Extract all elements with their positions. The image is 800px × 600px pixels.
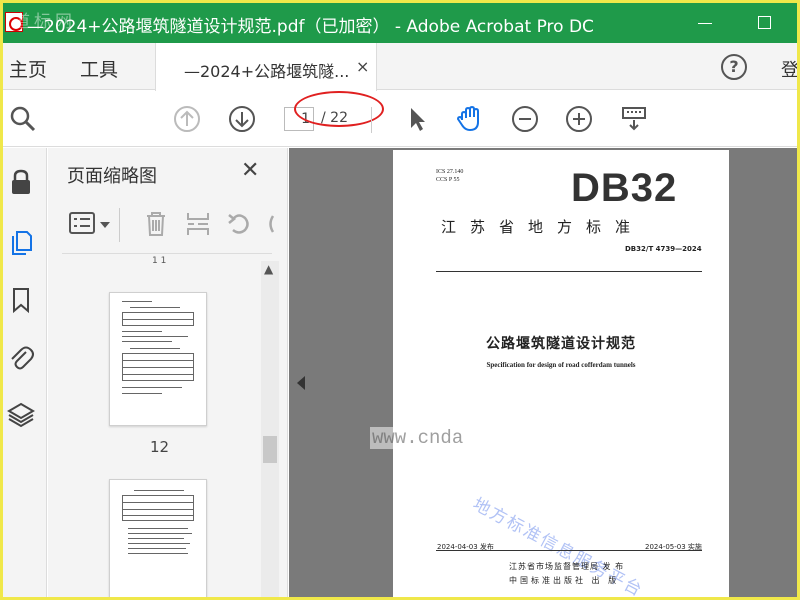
document-subtitle: Specification for design of road cofferd… xyxy=(486,361,636,369)
scroll-up-arrow-icon[interactable]: ▲ xyxy=(264,262,273,276)
thumbnail-options-icon[interactable] xyxy=(68,210,114,238)
document-viewport[interactable]: ICS 27.140 CCS P 55 DB32 江苏省地方标准 DB32/T … xyxy=(289,148,797,597)
panel-tool-separator xyxy=(119,208,120,242)
issuer-publisher: 中国标准出版社 出 版 xyxy=(509,576,620,585)
standard-category: 江苏省地方标准 xyxy=(441,218,645,236)
ccs-line: CCS P 55 xyxy=(436,177,460,183)
thumbnails-panel: 页面缩略图 ✕ 1 1 ▲ 12 xyxy=(48,148,288,597)
keyboard-icon[interactable] xyxy=(620,105,648,133)
collapse-panel-arrow-icon[interactable] xyxy=(297,376,305,390)
ics-code: ICS 27.140 CCS P 55 xyxy=(436,168,463,184)
page-down-icon[interactable] xyxy=(228,105,256,133)
page-up-icon[interactable] xyxy=(173,105,201,133)
attachment-icon[interactable] xyxy=(7,343,35,371)
thumbnails-title: 页面缩略图 xyxy=(67,166,157,187)
issuer-authority: 江苏省市场监督管理局 发 布 xyxy=(509,562,625,571)
page-thumbnail-12[interactable] xyxy=(109,292,207,426)
document-tab[interactable]: —2024+公路堰筑隧... × xyxy=(155,43,377,91)
tab-home[interactable]: 主页 xyxy=(9,55,47,82)
zoom-out-icon[interactable] xyxy=(511,105,539,133)
standard-code: DB32 xyxy=(571,166,678,210)
help-icon[interactable]: ? xyxy=(721,54,747,80)
standard-number: DB32/T 4739—2024 xyxy=(625,245,702,253)
app-window: 道标网 —2024+公路堰筑隧道设计规范.pdf（已加密） - Adobe Ac… xyxy=(3,3,797,597)
select-arrow-icon[interactable] xyxy=(403,105,431,133)
footer-rule xyxy=(436,550,702,551)
layers-icon[interactable] xyxy=(7,401,35,429)
close-tab-icon[interactable]: × xyxy=(356,57,369,76)
more-tools-icon[interactable] xyxy=(266,210,274,238)
panel-divider xyxy=(62,253,272,254)
toolbar: 1 / 22 xyxy=(3,91,797,147)
url-watermark: www.cnda xyxy=(370,427,466,449)
extract-page-icon[interactable] xyxy=(185,210,211,238)
page-thumbnail-label: 12 xyxy=(150,438,170,456)
header-rule xyxy=(436,271,702,272)
lock-icon[interactable] xyxy=(7,168,35,196)
hand-tool-icon[interactable] xyxy=(455,105,483,133)
page-thumbnail-13[interactable] xyxy=(109,479,207,597)
title-bar: 道标网 —2024+公路堰筑隧道设计规范.pdf（已加密） - Adobe Ac… xyxy=(3,3,797,43)
page-thumbnails-icon[interactable] xyxy=(7,228,35,256)
document-page: ICS 27.140 CCS P 55 DB32 江苏省地方标准 DB32/T … xyxy=(393,150,729,597)
ics-line: ICS 27.140 xyxy=(436,169,464,175)
tab-tools[interactable]: 工具 xyxy=(80,55,118,82)
delete-page-icon[interactable] xyxy=(143,210,169,238)
maximize-button[interactable] xyxy=(755,13,775,33)
document-title: 公路堰筑隧道设计规范 xyxy=(486,336,636,352)
minimize-button[interactable] xyxy=(696,13,716,33)
login-button[interactable]: 登 xyxy=(781,56,797,82)
cut-page-label: 1 1 xyxy=(152,256,167,266)
thumbnails-scrollbar[interactable] xyxy=(261,261,279,597)
search-icon[interactable] xyxy=(9,105,37,133)
scrollbar-thumb[interactable] xyxy=(263,436,277,463)
window-title: —2024+公路堰筑隧道设计规范.pdf（已加密） - Adobe Acroba… xyxy=(27,17,594,37)
close-panel-icon[interactable]: ✕ xyxy=(241,158,259,183)
zoom-in-icon[interactable] xyxy=(565,105,593,133)
bookmark-icon[interactable] xyxy=(7,286,35,314)
document-tab-label: —2024+公路堰筑隧... xyxy=(184,62,350,81)
tab-bar: 主页 工具 —2024+公路堰筑隧... × ? 登 xyxy=(3,43,797,91)
left-rail xyxy=(3,148,47,597)
toolbar-separator xyxy=(371,107,372,133)
rotate-page-icon[interactable] xyxy=(226,210,252,238)
